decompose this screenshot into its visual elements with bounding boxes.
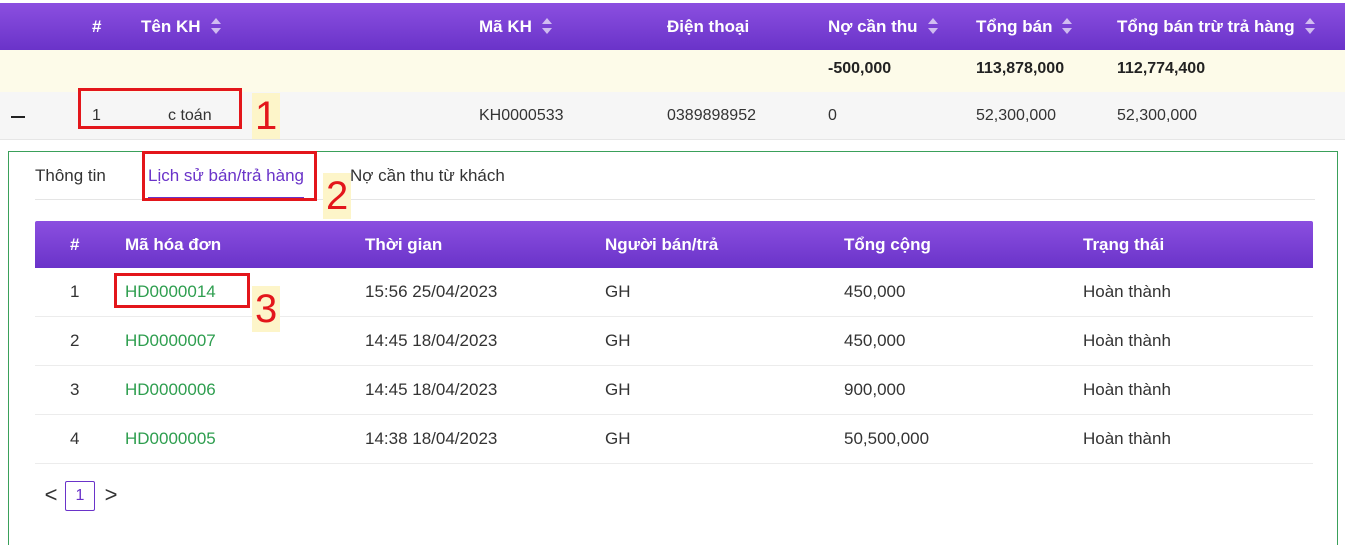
summary-net-sales: 112,774,400 — [1117, 60, 1206, 77]
inv-index: 1 — [70, 282, 80, 301]
invoice-link[interactable]: HD0000005 — [125, 415, 216, 463]
annotation-box-3 — [114, 273, 250, 308]
tab-debt[interactable]: Nợ cần thu từ khách — [350, 152, 505, 200]
annotation-number-2: 2 — [323, 173, 352, 219]
table-row: 2 HD0000007 14:45 18/04/2023 GH 450,000 … — [35, 317, 1313, 366]
inv-time: 14:45 18/04/2023 — [365, 380, 498, 399]
invoice-link[interactable]: HD0000007 — [125, 317, 216, 365]
table-row: 3 HD0000006 14:45 18/04/2023 GH 900,000 … — [35, 366, 1313, 415]
collapse-icon[interactable] — [10, 108, 26, 124]
page-number-button[interactable]: 1 — [65, 481, 95, 511]
inv-header-status: Trạng thái — [1083, 235, 1165, 254]
inv-status: Hoàn thành — [1083, 282, 1171, 301]
table-row: 4 HD0000005 14:38 18/04/2023 GH 50,500,0… — [35, 415, 1313, 464]
header-index: # — [92, 17, 102, 36]
header-phone: Điện thoại — [667, 17, 750, 36]
inv-status: Hoàn thành — [1083, 331, 1171, 350]
annotation-box-2 — [142, 151, 317, 201]
annotation-number-1: 1 — [252, 93, 281, 139]
inv-status: Hoàn thành — [1083, 380, 1171, 399]
inv-status: Hoàn thành — [1083, 429, 1171, 448]
customer-debt: 0 — [828, 107, 837, 124]
inv-index: 3 — [70, 380, 80, 399]
inv-total: 450,000 — [844, 282, 906, 301]
inv-seller: GH — [605, 282, 631, 301]
header-debt[interactable]: Nợ cần thu — [828, 3, 938, 50]
next-page-button[interactable]: > — [101, 479, 121, 513]
annotation-number-3: 3 — [252, 286, 281, 332]
invoice-table: # Mã hóa đơn Thời gian Người bán/trả Tổn… — [35, 221, 1313, 523]
invoice-table-header: # Mã hóa đơn Thời gian Người bán/trả Tổn… — [35, 221, 1313, 268]
inv-index: 4 — [70, 429, 80, 448]
inv-seller: GH — [605, 331, 631, 350]
sort-icon[interactable] — [210, 17, 221, 35]
inv-total: 50,500,000 — [844, 429, 930, 448]
customer-total-sales: 52,300,000 — [976, 107, 1057, 124]
header-code[interactable]: Mã KH — [479, 3, 552, 50]
header-name[interactable]: Tên KH — [141, 3, 221, 50]
header-total-sales[interactable]: Tổng bán — [976, 3, 1073, 50]
inv-time: 15:56 25/04/2023 — [365, 282, 498, 301]
inv-header-code: Mã hóa đơn — [125, 235, 222, 254]
inv-total: 900,000 — [844, 380, 906, 399]
inv-header-index: # — [70, 235, 80, 254]
customer-table-header: # Tên KH Mã KH Điện thoại Nợ cần thu Tổn… — [0, 3, 1345, 50]
customer-code: KH0000533 — [479, 107, 564, 124]
customer-phone: 0389898952 — [667, 107, 756, 124]
inv-total: 450,000 — [844, 331, 906, 350]
header-net-sales[interactable]: Tổng bán trừ trả hàng — [1117, 3, 1315, 50]
inv-header-seller: Người bán/trả — [605, 235, 719, 254]
tab-info[interactable]: Thông tin — [35, 152, 106, 200]
prev-page-button[interactable]: < — [41, 479, 61, 513]
inv-header-total: Tổng cộng — [844, 235, 931, 254]
inv-time: 14:45 18/04/2023 — [365, 331, 498, 350]
inv-seller: GH — [605, 429, 631, 448]
sort-icon[interactable] — [541, 17, 552, 35]
customer-net-sales: 52,300,000 — [1117, 107, 1198, 124]
sort-icon[interactable] — [1304, 17, 1315, 35]
sort-icon[interactable] — [1062, 17, 1073, 35]
summary-total-sales: 113,878,000 — [976, 60, 1065, 77]
inv-time: 14:38 18/04/2023 — [365, 429, 498, 448]
sort-icon[interactable] — [927, 17, 938, 35]
annotation-box-1 — [78, 88, 242, 129]
inv-header-time: Thời gian — [365, 235, 443, 254]
inv-seller: GH — [605, 380, 631, 399]
summary-row: -500,000 113,878,000 112,774,400 — [0, 50, 1345, 92]
invoice-link[interactable]: HD0000006 — [125, 366, 216, 414]
inv-index: 2 — [70, 331, 80, 350]
customer-detail-panel: Thông tin Lịch sử bán/trả hàng Nợ cần th… — [8, 151, 1338, 545]
summary-debt: -500,000 — [828, 60, 892, 77]
